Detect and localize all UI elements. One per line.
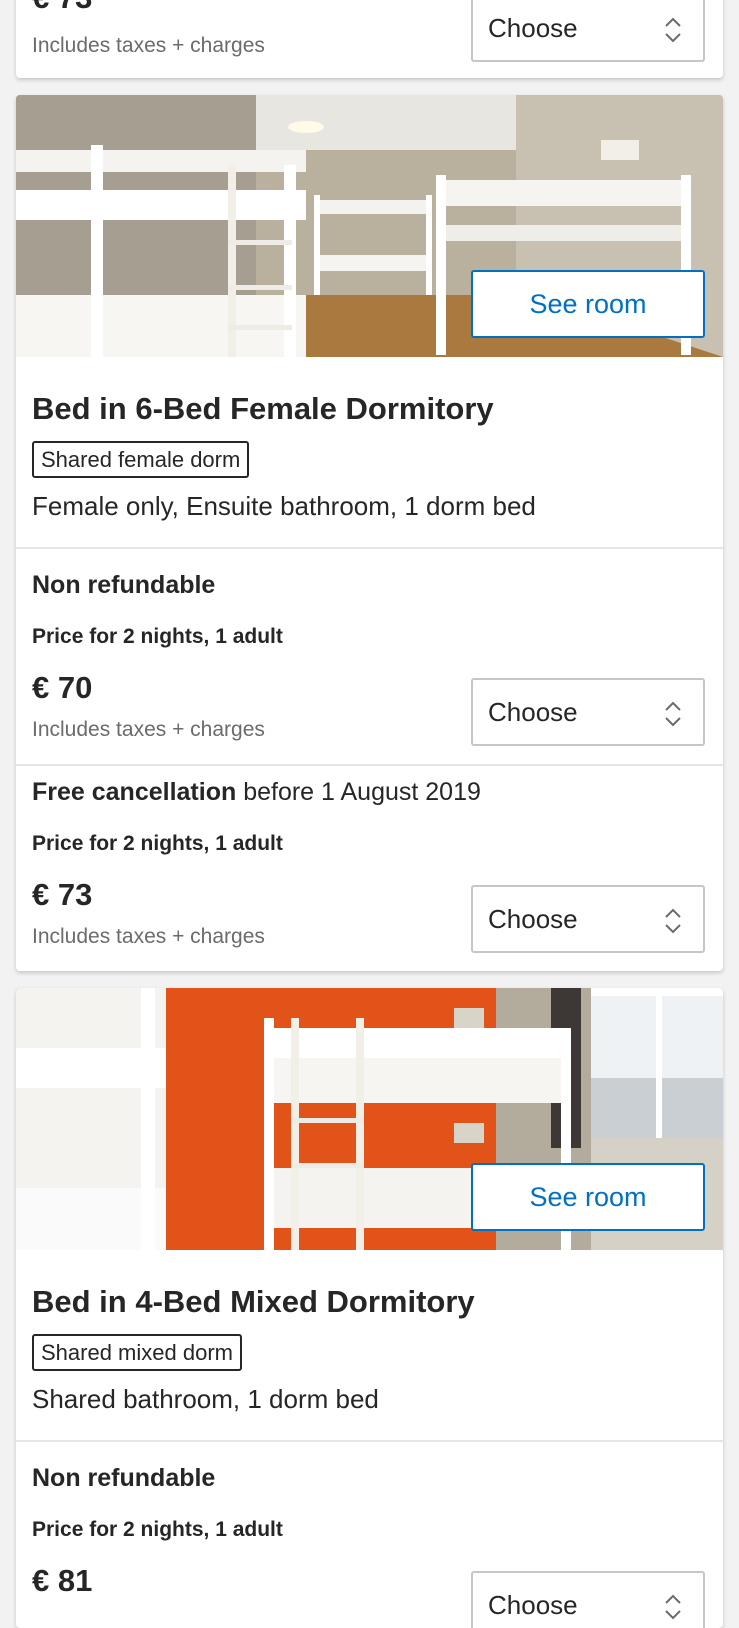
rate-policy: Non refundable: [32, 1464, 216, 1492]
divider: [16, 764, 723, 766]
rate-taxes-note: Includes taxes + charges: [32, 34, 265, 57]
rate-policy: Free cancellation before 1 August 2019: [32, 778, 481, 807]
room-features: Shared bathroom, 1 dorm bed: [32, 1384, 379, 1414]
divider: [16, 1440, 723, 1442]
room-title[interactable]: Bed in 6-Bed Female Dormitory: [32, 391, 494, 427]
choose-label: Choose: [488, 12, 578, 43]
rate-price: € 73: [32, 0, 92, 16]
choose-select[interactable]: Choose: [471, 885, 705, 953]
rate-policy-deadline: before 1 August 2019: [243, 778, 481, 806]
rate-price-for: Price for 2 nights, 1 adult: [32, 832, 283, 855]
choose-label: Choose: [488, 903, 578, 934]
choose-select[interactable]: Choose: [471, 678, 705, 746]
room-type-badge: Shared mixed dorm: [32, 1334, 242, 1371]
select-chevron-icon: [665, 17, 681, 43]
room-card: See room Bed in 4-Bed Mixed Dormitory Sh…: [16, 988, 723, 1628]
rate-price-for: Price for 2 nights, 1 adult: [32, 1518, 283, 1541]
choose-select[interactable]: Choose: [471, 0, 705, 62]
choose-label: Choose: [488, 1589, 578, 1620]
room-card: See room Bed in 6-Bed Female Dormitory S…: [16, 95, 723, 971]
divider: [16, 547, 723, 549]
rate-policy: Non refundable: [32, 571, 216, 599]
rate-price: € 81: [32, 1563, 93, 1598]
rate-price: € 70: [32, 670, 93, 705]
choose-label: Choose: [488, 696, 578, 727]
rate-taxes-note: Includes taxes + charges: [32, 718, 265, 741]
room-photo[interactable]: See room: [16, 95, 723, 357]
rate-taxes-note: Includes taxes + charges: [32, 925, 265, 948]
rate-price-for: Price for 2 nights, 1 adult: [32, 625, 283, 648]
rate-policy-label: Free cancellation: [32, 778, 237, 806]
room-title[interactable]: Bed in 4-Bed Mixed Dormitory: [32, 1284, 475, 1320]
select-chevron-icon: [665, 701, 681, 727]
select-chevron-icon: [665, 1594, 681, 1620]
room-type-badge: Shared female dorm: [32, 441, 250, 478]
see-room-button[interactable]: See room: [471, 1163, 705, 1231]
select-chevron-icon: [665, 908, 681, 934]
room-card-previous: € 73 Includes taxes + charges Choose: [16, 0, 723, 78]
room-features: Female only, Ensuite bathroom, 1 dorm be…: [32, 491, 536, 521]
rate-price: € 73: [32, 877, 93, 912]
room-photo[interactable]: See room: [16, 988, 723, 1250]
see-room-button[interactable]: See room: [471, 270, 705, 338]
